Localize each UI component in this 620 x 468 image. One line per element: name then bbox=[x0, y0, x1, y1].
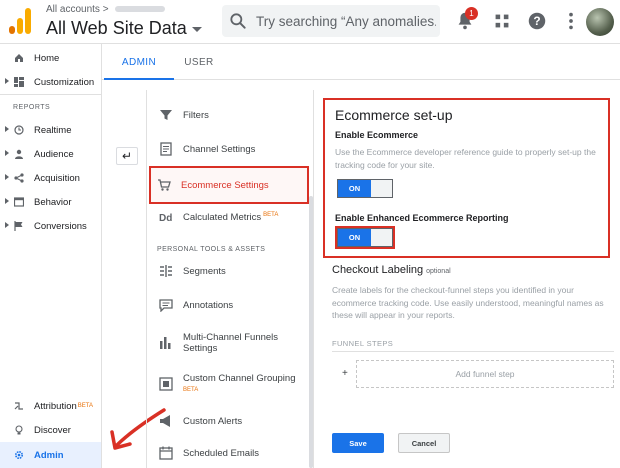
expand-icon bbox=[5, 222, 9, 228]
person-icon bbox=[15, 149, 23, 159]
view-title: All Web Site Data bbox=[46, 18, 187, 38]
nav-item-acquisition[interactable]: Acquisition bbox=[0, 166, 101, 190]
beta-badge: BETA bbox=[183, 386, 199, 393]
apps-grid-icon[interactable] bbox=[491, 10, 513, 32]
settings-item-ecommerce-settings[interactable]: Ecommerce Settings bbox=[149, 166, 309, 204]
more-vertical-icon[interactable] bbox=[560, 10, 582, 32]
notification-badge: 1 bbox=[465, 7, 478, 20]
analytics-logo-icon[interactable] bbox=[9, 8, 31, 34]
add-funnel-step-button[interactable]: Add funnel step bbox=[356, 360, 614, 388]
back-arrow-button[interactable]: ↵ bbox=[116, 147, 138, 165]
attribution-icon bbox=[14, 402, 23, 410]
filter-icon bbox=[160, 110, 172, 120]
settings-item-channel-settings[interactable]: Channel Settings bbox=[153, 134, 309, 164]
nav-item-discover[interactable]: Discover bbox=[0, 418, 101, 442]
ecommerce-heading: Ecommerce set-up bbox=[335, 107, 453, 123]
avatar[interactable] bbox=[586, 8, 614, 36]
nav-item-customization[interactable]: Customization bbox=[0, 70, 101, 94]
flag-icon bbox=[14, 221, 23, 231]
window-icon bbox=[14, 197, 24, 207]
cancel-button[interactable]: Cancel bbox=[398, 433, 450, 453]
search-input[interactable] bbox=[256, 9, 436, 33]
view-settings-column: Filters Channel Settings Ecommerce Setti… bbox=[146, 90, 314, 468]
settings-item-filters[interactable]: Filters bbox=[153, 100, 309, 130]
clock-icon bbox=[14, 125, 24, 135]
nav-item-conversions[interactable]: Conversions bbox=[0, 214, 101, 238]
personal-tools-heading: PERSONAL TOOLS & ASSETS bbox=[157, 246, 266, 253]
account-breadcrumb[interactable]: All accounts > bbox=[46, 4, 165, 15]
nav-item-behavior[interactable]: Behavior bbox=[0, 190, 101, 214]
enable-ecommerce-toggle[interactable]: ON bbox=[337, 179, 393, 198]
settings-item-segments[interactable]: Segments bbox=[153, 256, 309, 286]
settings-item-custom-alerts[interactable]: Custom Alerts bbox=[153, 406, 309, 436]
left-nav: Home Customization REPORTS Realtime Audi… bbox=[0, 44, 102, 468]
checkout-labeling-heading: Checkout Labeling optional bbox=[332, 264, 451, 276]
plus-icon: + bbox=[342, 368, 348, 379]
caret-down-icon bbox=[191, 26, 202, 32]
settings-item-annotations[interactable]: Annotations bbox=[153, 290, 309, 320]
settings-item-multi-channel-funnels[interactable]: Multi-Channel Funnels Settings bbox=[153, 328, 309, 358]
enhanced-ecommerce-toggle[interactable]: ON bbox=[337, 228, 393, 247]
svg-text:Dd: Dd bbox=[159, 213, 172, 224]
bar-chart-icon bbox=[160, 337, 171, 349]
funnel-steps-heading: FUNNEL STEPS bbox=[332, 339, 394, 348]
settings-scrollbar[interactable] bbox=[309, 196, 313, 468]
top-bar: All accounts > All Web Site Data 1 ? bbox=[0, 0, 620, 44]
nav-item-audience[interactable]: Audience bbox=[0, 142, 101, 166]
comment-icon bbox=[159, 299, 173, 312]
optional-label: optional bbox=[426, 268, 451, 275]
help-icon[interactable]: ? bbox=[526, 10, 548, 32]
save-button[interactable]: Save bbox=[332, 433, 384, 453]
settings-item-scheduled-emails[interactable]: Scheduled Emails bbox=[153, 438, 309, 468]
search-icon bbox=[230, 13, 246, 29]
expand-icon bbox=[5, 198, 9, 204]
svg-text:?: ? bbox=[533, 14, 540, 28]
admin-tabs: ADMIN USER bbox=[102, 44, 620, 80]
enhanced-ecommerce-label: Enable Enhanced Ecommerce Reporting bbox=[335, 213, 509, 223]
ecommerce-setup-section: Ecommerce set-up Enable Ecommerce Use th… bbox=[323, 98, 610, 258]
beta-badge: BETA bbox=[263, 212, 279, 219]
toggle-on-label: ON bbox=[338, 229, 371, 246]
ecommerce-settings-panel: Ecommerce set-up Enable Ecommerce Use th… bbox=[316, 90, 620, 468]
tab-user[interactable]: USER bbox=[174, 44, 224, 80]
cart-icon bbox=[158, 179, 171, 191]
reports-heading: REPORTS bbox=[13, 104, 51, 111]
nav-divider bbox=[0, 94, 101, 95]
gear-icon bbox=[14, 450, 24, 460]
checkout-description: Create labels for the checkout-funnel st… bbox=[332, 285, 604, 320]
expand-icon bbox=[5, 174, 9, 180]
home-icon bbox=[15, 54, 23, 62]
enable-ecommerce-description: Use the Ecommerce developer reference gu… bbox=[335, 147, 596, 170]
share-icon bbox=[14, 173, 24, 183]
nav-item-admin[interactable]: Admin bbox=[0, 442, 101, 468]
lightbulb-icon bbox=[15, 425, 23, 435]
toggle-on-label: ON bbox=[338, 180, 371, 197]
dashboard-icon bbox=[14, 77, 24, 87]
settings-item-custom-channel-grouping[interactable]: Custom Channel Grouping BETA bbox=[153, 366, 309, 402]
search-bar[interactable] bbox=[222, 5, 440, 37]
funnel-divider bbox=[332, 351, 614, 352]
calendar-icon bbox=[159, 446, 173, 460]
grouping-icon bbox=[159, 377, 173, 391]
nav-item-home[interactable]: Home bbox=[0, 46, 101, 70]
view-selector[interactable]: All Web Site Data bbox=[46, 18, 202, 39]
expand-icon bbox=[5, 78, 9, 84]
beta-badge: BETA bbox=[77, 403, 94, 409]
megaphone-icon bbox=[160, 415, 170, 427]
segments-icon bbox=[160, 265, 172, 277]
dd-icon: Dd bbox=[159, 213, 172, 224]
expand-icon bbox=[5, 150, 9, 156]
nav-item-attribution[interactable]: Attribution BETA bbox=[0, 394, 101, 418]
enable-ecommerce-label: Enable Ecommerce bbox=[335, 130, 419, 140]
nav-item-realtime[interactable]: Realtime bbox=[0, 118, 101, 142]
settings-item-calculated-metrics[interactable]: Dd Calculated Metrics BETA bbox=[153, 202, 309, 232]
tab-admin[interactable]: ADMIN bbox=[104, 44, 174, 80]
expand-icon bbox=[5, 126, 9, 132]
document-icon bbox=[160, 142, 172, 156]
